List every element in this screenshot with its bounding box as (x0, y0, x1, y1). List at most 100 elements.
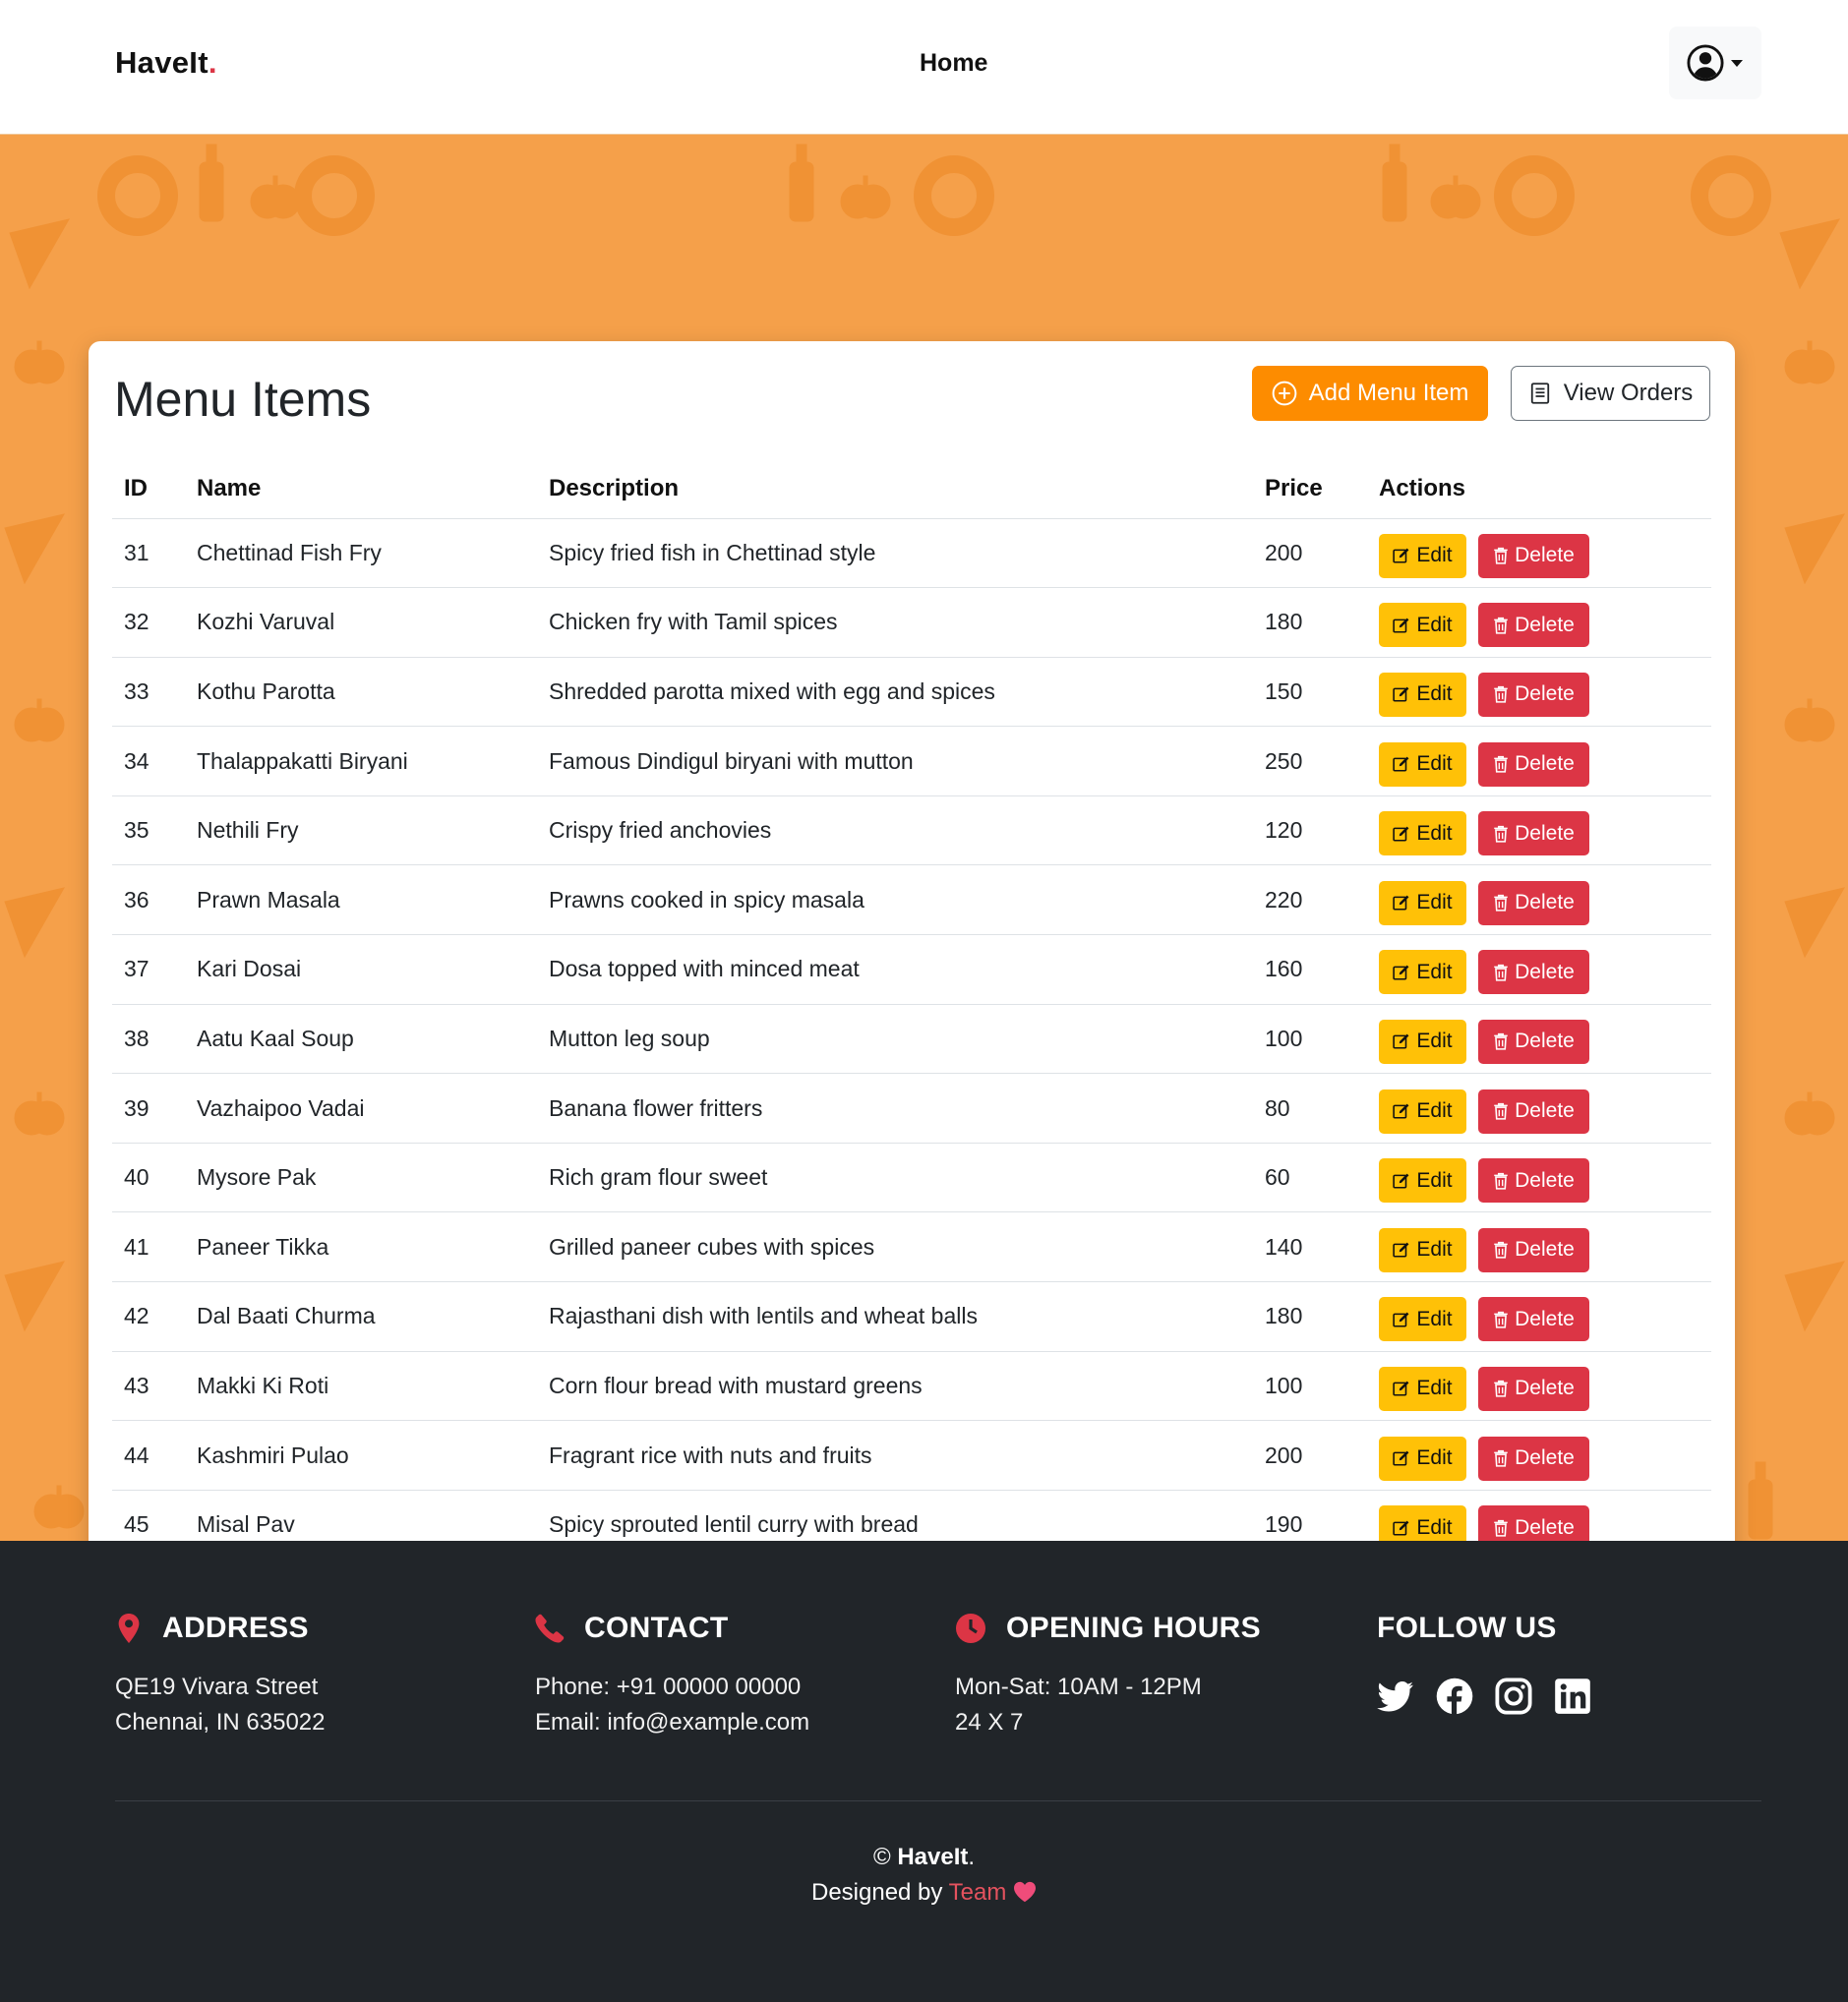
delete-button[interactable]: Delete (1478, 672, 1589, 717)
follow-title: FOLLOW US (1377, 1612, 1557, 1644)
footer-follow: FOLLOW US (1377, 1607, 1591, 1715)
delete-button[interactable]: Delete (1478, 533, 1589, 578)
brand-logo[interactable]: HaveIt. (115, 45, 217, 81)
edit-button[interactable]: Edit (1379, 672, 1466, 717)
delete-label: Delete (1515, 891, 1575, 914)
trash-icon (1494, 964, 1508, 981)
delete-button[interactable]: Delete (1478, 603, 1589, 648)
delete-button[interactable]: Delete (1478, 1366, 1589, 1411)
cell-name: Aatu Kaal Soup (185, 1004, 537, 1075)
clock-icon (956, 1614, 985, 1643)
delete-button[interactable]: Delete (1478, 1019, 1589, 1064)
pencil-square-icon (1393, 1520, 1409, 1536)
header-description: Description (537, 459, 1253, 519)
cell-actions: Edit Delete (1367, 587, 1711, 658)
edit-button[interactable]: Edit (1379, 811, 1466, 856)
add-menu-item-button[interactable]: Add Menu Item (1252, 366, 1488, 421)
cell-actions: Edit Delete (1367, 795, 1711, 866)
cell-price: 160 (1253, 934, 1367, 1005)
table-row: 32 Kozhi Varuval Chicken fry with Tamil sp… (112, 587, 1711, 658)
navbar: HaveIt. Home (0, 0, 1848, 135)
edit-button[interactable]: Edit (1379, 1158, 1466, 1204)
delete-button[interactable]: Delete (1478, 811, 1589, 856)
twitter-icon[interactable] (1377, 1678, 1414, 1715)
footer: ADDRESS QE19 Vivara Street Chennai, IN 6… (0, 1541, 1848, 2002)
edit-button[interactable]: Edit (1379, 1505, 1466, 1541)
cell-actions: Edit Delete (1367, 518, 1711, 589)
pencil-square-icon (1393, 826, 1409, 842)
footer-divider (115, 1800, 1761, 1801)
cell-name: Mysore Pak (185, 1143, 537, 1213)
edit-button[interactable]: Edit (1379, 1089, 1466, 1134)
delete-button[interactable]: Delete (1478, 1505, 1589, 1541)
cell-description: Spicy fried fish in Chettinad style (537, 518, 1253, 589)
facebook-icon[interactable] (1436, 1678, 1473, 1715)
trash-icon (1494, 548, 1508, 564)
cell-actions: Edit Delete (1367, 657, 1711, 728)
cell-description: Banana flower fritters (537, 1073, 1253, 1144)
edit-label: Edit (1416, 1446, 1453, 1470)
delete-button[interactable]: Delete (1478, 1089, 1589, 1134)
cell-description: Rich gram flour sweet (537, 1143, 1253, 1213)
edit-button[interactable]: Edit (1379, 1227, 1466, 1272)
delete-button[interactable]: Delete (1478, 1297, 1589, 1342)
cell-name: Makki Ki Roti (185, 1351, 537, 1422)
cell-price: 80 (1253, 1073, 1367, 1144)
instagram-icon[interactable] (1495, 1678, 1532, 1715)
cell-description: Dosa topped with minced meat (537, 934, 1253, 1005)
view-orders-button[interactable]: View Orders (1511, 366, 1710, 421)
menu-items-card: Menu Items Add Menu Item View Orders ID … (89, 341, 1735, 1541)
pencil-square-icon (1393, 756, 1409, 772)
cell-actions: Edit Delete (1367, 864, 1711, 936)
team-link[interactable]: Team (949, 1879, 1007, 1906)
cell-id: 45 (112, 1490, 185, 1541)
cell-actions: Edit Delete (1367, 1420, 1711, 1491)
edit-label: Edit (1416, 752, 1453, 776)
delete-label: Delete (1515, 960, 1575, 983)
delete-label: Delete (1515, 1030, 1575, 1053)
nav-link-home[interactable]: Home (920, 49, 987, 78)
edit-button[interactable]: Edit (1379, 1297, 1466, 1342)
delete-button[interactable]: Delete (1478, 741, 1589, 787)
edit-label: Edit (1416, 1168, 1453, 1192)
delete-button[interactable]: Delete (1478, 1436, 1589, 1481)
page-title: Menu Items (114, 372, 372, 427)
edit-button[interactable]: Edit (1379, 1366, 1466, 1411)
user-menu-button[interactable] (1669, 27, 1761, 99)
edit-button[interactable]: Edit (1379, 950, 1466, 995)
trash-icon (1494, 755, 1508, 773)
cell-name: Nethili Fry (185, 795, 537, 866)
cell-id: 43 (112, 1351, 185, 1422)
table-row: 42 Dal Baati Churma Rajasthani dish with l… (112, 1281, 1711, 1352)
cell-actions: Edit Delete (1367, 1490, 1711, 1541)
edit-button[interactable]: Edit (1379, 880, 1466, 925)
table-row: 44 Kashmiri Pulao Fragrant rice with nuts … (112, 1420, 1711, 1491)
address-line-2: Chennai, IN 635022 (115, 1709, 326, 1736)
trash-icon (1494, 1033, 1508, 1051)
table-row: 39 Vazhaipoo Vadai Banana flower fritters 8… (112, 1073, 1711, 1144)
cell-name: Kari Dosai (185, 934, 537, 1005)
header-price: Price (1253, 459, 1367, 519)
delete-button[interactable]: Delete (1478, 1158, 1589, 1204)
pencil-square-icon (1393, 1381, 1409, 1396)
delete-label: Delete (1515, 682, 1575, 706)
linkedin-icon[interactable] (1554, 1678, 1591, 1715)
cell-price: 190 (1253, 1490, 1367, 1541)
trash-icon (1494, 686, 1508, 704)
edit-button[interactable]: Edit (1379, 1436, 1466, 1481)
delete-button[interactable]: Delete (1478, 1227, 1589, 1272)
edit-button[interactable]: Edit (1379, 603, 1466, 648)
edit-label: Edit (1416, 1030, 1453, 1053)
table-body: 31 Chettinad Fish Fry Spicy fried fish in … (112, 518, 1711, 1541)
cell-price: 250 (1253, 726, 1367, 796)
delete-label: Delete (1515, 1099, 1575, 1123)
cell-name: Thalappakatti Biryani (185, 726, 537, 796)
edit-button[interactable]: Edit (1379, 533, 1466, 578)
cell-name: Dal Baati Churma (185, 1281, 537, 1352)
delete-button[interactable]: Delete (1478, 880, 1589, 925)
delete-button[interactable]: Delete (1478, 950, 1589, 995)
cell-id: 44 (112, 1420, 185, 1491)
hours-line-2: 24 X 7 (955, 1709, 1024, 1736)
edit-button[interactable]: Edit (1379, 741, 1466, 787)
edit-button[interactable]: Edit (1379, 1019, 1466, 1064)
